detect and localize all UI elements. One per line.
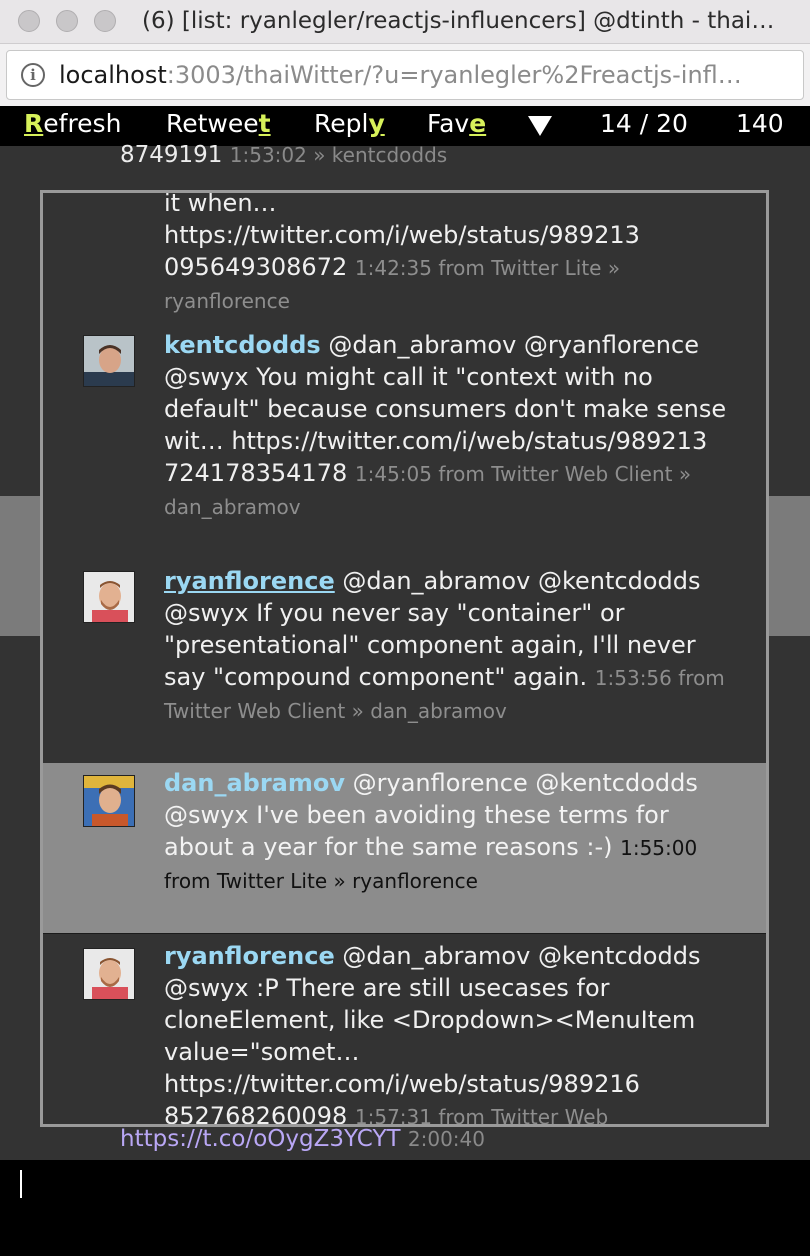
close-window-button[interactable] bbox=[18, 10, 40, 32]
tweet-body: kentcdodds @dan_abramov @ryanflorence @s… bbox=[164, 329, 734, 523]
retweet-hotkey: t bbox=[258, 109, 271, 138]
address-bar-row: i localhost:3003/thaiWitter/?u=ryanlegle… bbox=[0, 44, 810, 106]
reply-label: Repl bbox=[314, 109, 369, 138]
tweet-username[interactable]: ryanflorence bbox=[164, 942, 335, 970]
url-host: localhost bbox=[59, 61, 167, 89]
refresh-hotkey: R bbox=[24, 109, 44, 138]
tweet-input[interactable] bbox=[0, 1160, 810, 1256]
character-count: 140 bbox=[736, 109, 784, 138]
retweet-label: Retwee bbox=[166, 109, 259, 138]
tweet-body: ryanflorence @dan_abramov @kentcdodds @s… bbox=[164, 940, 734, 1127]
info-icon[interactable]: i bbox=[21, 63, 45, 87]
background-tweet-time: 2:00:40 bbox=[407, 1127, 485, 1151]
avatar[interactable] bbox=[83, 775, 135, 827]
avatar[interactable] bbox=[83, 571, 135, 623]
zoom-window-button[interactable] bbox=[94, 10, 116, 32]
tweet-username[interactable]: dan_abramov bbox=[164, 769, 345, 797]
triangle-down-icon[interactable] bbox=[528, 116, 552, 136]
tweet-body: it when… https://twitter.com/i/web/statu… bbox=[164, 193, 734, 317]
text-cursor bbox=[20, 1170, 22, 1198]
avatar[interactable] bbox=[83, 948, 135, 1000]
url-path: :3003/thaiWitter/?u=ryanlegler%2Freactjs… bbox=[166, 61, 742, 89]
refresh-label: efresh bbox=[43, 109, 122, 138]
tweet-item[interactable]: kentcdodds @dan_abramov @ryanflorence @s… bbox=[43, 323, 766, 559]
background-tweet-top: 8749191 1:53:02 » kentcdodds bbox=[120, 142, 447, 168]
tweet-item[interactable]: it when… https://twitter.com/i/web/statu… bbox=[43, 193, 766, 323]
background-tweet-id: 8749191 bbox=[120, 142, 223, 168]
address-bar[interactable]: i localhost:3003/thaiWitter/?u=ryanlegle… bbox=[6, 50, 804, 100]
tweet-body: dan_abramov @ryanflorence @kentcdodds @s… bbox=[164, 767, 734, 897]
tweet-item[interactable]: ryanflorence @dan_abramov @kentcdodds @s… bbox=[43, 559, 766, 759]
url-text[interactable]: localhost:3003/thaiWitter/?u=ryanlegler%… bbox=[59, 61, 742, 89]
fave-label: Fav bbox=[427, 109, 470, 138]
fave-button[interactable]: Fave bbox=[427, 109, 486, 138]
tweet-username[interactable]: ryanflorence bbox=[164, 567, 335, 595]
fave-hotkey: e bbox=[469, 109, 487, 138]
tweet-meta: 1:57:31 from Twitter Web bbox=[354, 1105, 609, 1127]
window-title: (6) [list: ryanlegler/reactjs-influencer… bbox=[142, 8, 775, 34]
tweet-item-selected[interactable]: dan_abramov @ryanflorence @kentcdodds @s… bbox=[43, 763, 766, 933]
reply-hotkey: y bbox=[368, 109, 385, 138]
tweet-body: ryanflorence @dan_abramov @kentcdodds @s… bbox=[164, 565, 734, 727]
background-tweet-link[interactable]: https://t.co/oOygZ3YCYT bbox=[120, 1126, 401, 1152]
tweet-username[interactable]: kentcdodds bbox=[164, 331, 321, 359]
window-title-bar: (6) [list: ryanlegler/reactjs-influencer… bbox=[0, 0, 810, 44]
conversation-popup: it when… https://twitter.com/i/web/statu… bbox=[40, 190, 769, 1127]
background-tweet-meta: 1:53:02 » kentcdodds bbox=[229, 143, 448, 167]
avatar[interactable] bbox=[83, 335, 135, 387]
tweet-item[interactable]: ryanflorence @dan_abramov @kentcdodds @s… bbox=[43, 933, 766, 1127]
background-tweet-bottom: https://t.co/oOygZ3YCYT 2:00:40 bbox=[120, 1126, 485, 1152]
retweet-button[interactable]: Retweet bbox=[166, 109, 271, 138]
refresh-button[interactable]: Refresh bbox=[24, 109, 121, 138]
action-toolbar: Refresh Retweet Reply Fave 14 / 20 140 bbox=[0, 106, 810, 146]
tweet-position-counter: 14 / 20 bbox=[600, 109, 688, 138]
reply-button[interactable]: Reply bbox=[314, 109, 385, 138]
minimize-window-button[interactable] bbox=[56, 10, 78, 32]
